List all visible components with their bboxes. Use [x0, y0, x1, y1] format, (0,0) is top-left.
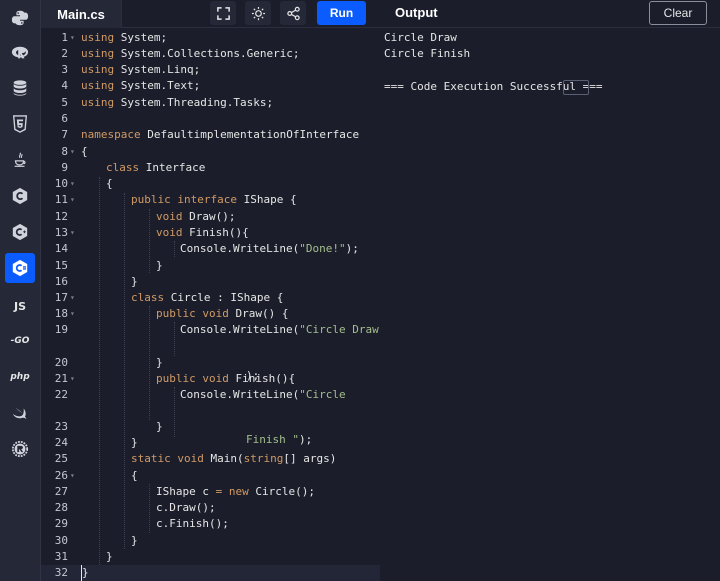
output-line: Circle Draw	[384, 31, 457, 44]
code-line: 12 void Draw();	[54, 210, 236, 223]
csharp-icon[interactable]	[5, 253, 35, 283]
code-line: 30}	[54, 534, 138, 547]
go-label: -GO	[10, 336, 30, 346]
code-line: 14 Console.WriteLine("Done!");	[54, 242, 359, 255]
java-icon[interactable]	[5, 145, 35, 175]
run-button[interactable]: Run	[317, 1, 366, 25]
clear-button[interactable]: Clear	[649, 1, 707, 25]
theme-toggle-icon[interactable]	[245, 1, 271, 25]
code-line: 20}	[54, 356, 163, 369]
file-tab[interactable]: Main.cs	[41, 0, 122, 28]
c-icon[interactable]	[5, 181, 35, 211]
code-line: 18 ▾ public void Draw() {	[54, 307, 289, 320]
code-line: 23}	[54, 420, 163, 433]
code-line: 24}	[54, 436, 138, 449]
php-icon[interactable]: php	[5, 362, 35, 392]
code-line-current: 32}	[41, 565, 380, 581]
output-panel: Circle Draw Circle Finish === Code Execu…	[380, 29, 720, 581]
code-line: 15}	[54, 259, 163, 272]
code-line: 1 ▾ using System;	[61, 31, 168, 44]
code-line: 5 using System.Threading.Tasks;	[61, 96, 274, 109]
code-line: 27 IShape c = new Circle();	[54, 485, 315, 498]
js-icon[interactable]: JS	[5, 291, 35, 321]
code-line: 28 c.Draw();	[54, 501, 216, 514]
code-line: 13 ▾ void Finish(){	[54, 226, 249, 239]
code-line: 17 ▾ class Circle : IShape {	[54, 291, 284, 304]
rust-icon[interactable]	[5, 434, 35, 464]
js-label: JS	[13, 299, 26, 313]
python-icon[interactable]	[5, 3, 35, 33]
code-line: 31}	[54, 550, 113, 563]
code-line: 29 c.Finish();	[54, 517, 229, 530]
php-label: php	[10, 372, 30, 382]
fullscreen-icon[interactable]	[210, 1, 236, 25]
code-line: 16}	[54, 275, 138, 288]
code-editor[interactable]: 1 ▾ using System; 2 using System.Collection…	[41, 29, 386, 581]
code-line: 9 class Interface	[61, 161, 206, 174]
code-line: 21 ▾ public void Finish(){	[54, 372, 296, 385]
code-line: 22 Console.WriteLine("Circle	[54, 388, 346, 401]
go-icon[interactable]: -GO	[5, 326, 35, 356]
top-toolbar: Main.cs Run Output Clear	[41, 0, 720, 28]
output-title: Output	[395, 5, 438, 20]
code-line: 25 static void Main(string[] args)	[54, 452, 337, 465]
r-icon[interactable]	[5, 38, 35, 68]
code-line: 4 using System.Text;	[61, 79, 201, 92]
code-line: 2 using System.Collections.Generic;	[61, 47, 300, 60]
database-icon[interactable]	[5, 73, 35, 103]
code-line: 7 namespace DefaultimplementationOfInterf…	[61, 128, 360, 141]
code-line: 11 ▾ public interface IShape {	[54, 193, 297, 206]
selection-highlight	[563, 80, 589, 95]
code-line: 19 Console.WriteLine("Circle Draw"	[54, 323, 386, 336]
code-line: 8 ▾{	[61, 145, 88, 158]
output-line: Circle Finish	[384, 47, 471, 60]
language-sidebar: JS -GO php	[0, 0, 41, 581]
swift-icon[interactable]	[5, 398, 35, 428]
code-line: 3 using System.Linq;	[61, 63, 201, 76]
share-icon[interactable]	[280, 1, 306, 25]
code-line: 26 ▾{	[54, 469, 138, 482]
code-line: 10 ▾{	[54, 177, 113, 190]
code-line: 6	[61, 112, 68, 125]
cpp-icon[interactable]	[5, 217, 35, 247]
html5-icon[interactable]	[5, 109, 35, 139]
